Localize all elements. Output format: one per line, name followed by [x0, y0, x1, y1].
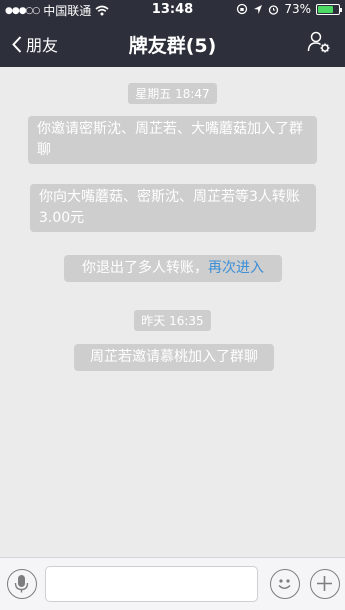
plus-icon	[317, 576, 332, 591]
rotation-lock-icon	[237, 3, 248, 15]
system-message: 你退出了多人转账，再次进入	[64, 255, 282, 282]
timestamp-label: 昨天 16:35	[134, 310, 211, 331]
system-message: 周芷若邀请慕桃加入了群聊	[74, 344, 274, 371]
system-message: 你邀请密斯沈、周芷若、大嘴蘑菇加入了群聊	[28, 116, 317, 164]
chat-input-bar	[0, 557, 345, 610]
battery-level	[318, 5, 333, 13]
smiley-icon	[278, 579, 291, 589]
timestamp-label: 星期五 18:47	[128, 83, 217, 104]
battery-icon	[316, 3, 342, 15]
system-message: 你向大嘴蘑菇、密斯沈、周芷若等3人转账3.00元	[30, 184, 316, 232]
microphone-icon	[14, 575, 29, 593]
status-bar: ●●●○○ 中国联通 13:48 73%	[0, 0, 345, 20]
battery-percent: 73%	[284, 2, 311, 16]
navigation-bar: 朋友 牌友群(5)	[0, 20, 345, 67]
voice-button[interactable]	[7, 569, 37, 599]
alarm-icon	[269, 4, 279, 15]
timestamp-divider: 昨天 16:35	[0, 310, 345, 331]
emoji-button[interactable]	[270, 569, 300, 599]
more-button[interactable]	[310, 569, 340, 599]
system-message-text: 你退出了多人转账，	[82, 260, 208, 276]
message-input[interactable]	[45, 566, 258, 602]
top-bar: ●●●○○ 中国联通 13:48 73% 朋友 牌友群(5)	[0, 0, 345, 67]
rejoin-link[interactable]: 再次进入	[208, 260, 264, 276]
page-title: 牌友群(5)	[128, 35, 217, 57]
location-icon	[254, 4, 263, 14]
group-settings-icon[interactable]	[307, 30, 331, 54]
timestamp-divider: 星期五 18:47	[0, 83, 345, 104]
